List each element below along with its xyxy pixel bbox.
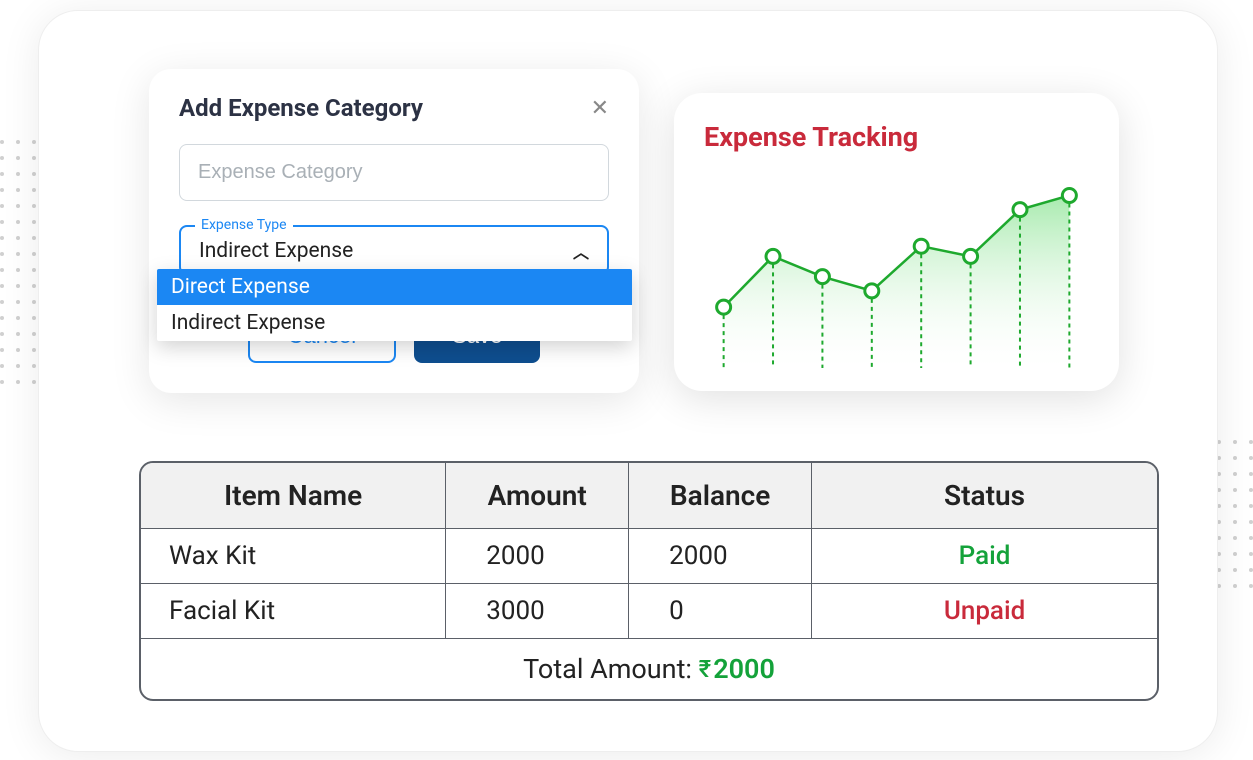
status-badge: Paid: [959, 541, 1011, 571]
expense-table-card: Item Name Amount Balance Status Wax Kit …: [139, 461, 1159, 701]
add-expense-modal: Add Expense Category ✕ Expense Type Indi…: [149, 69, 639, 393]
table-header-row: Item Name Amount Balance Status: [141, 463, 1157, 529]
close-icon[interactable]: ✕: [591, 96, 609, 121]
total-label: Total Amount:: [523, 653, 692, 685]
table-row: Facial Kit 3000 0 Unpaid: [141, 584, 1157, 639]
option-direct-expense[interactable]: Direct Expense: [157, 269, 632, 305]
chart-title: Expense Tracking: [704, 121, 1099, 153]
cell-balance: 0: [629, 584, 812, 639]
chart-svg: [694, 159, 1099, 374]
col-balance: Balance: [629, 463, 812, 529]
status-badge: Unpaid: [944, 596, 1025, 626]
col-status: Status: [812, 463, 1157, 529]
main-card: Add Expense Category ✕ Expense Type Indi…: [38, 10, 1218, 752]
option-indirect-expense[interactable]: Indirect Expense: [157, 305, 632, 341]
chart-area: [694, 159, 1099, 374]
expense-type-dropdown: Direct Expense Indirect Expense: [157, 269, 632, 341]
col-item-name: Item Name: [141, 463, 446, 529]
modal-title: Add Expense Category: [179, 94, 423, 122]
select-label: Expense Type: [195, 217, 293, 233]
table-total-row: Total Amount: ₹2000: [141, 639, 1157, 700]
select-value-text: Indirect Expense: [199, 239, 353, 263]
rupee-icon: ₹: [699, 655, 712, 683]
modal-header: Add Expense Category ✕: [179, 94, 609, 122]
cell-status: Paid: [812, 529, 1157, 584]
cell-status: Unpaid: [812, 584, 1157, 639]
total-amount: 2000: [713, 653, 775, 685]
cell-amount: 2000: [446, 529, 629, 584]
expense-type-select[interactable]: Expense Type Indirect Expense ︿: [179, 225, 609, 275]
cell-item-name: Wax Kit: [141, 529, 446, 584]
table-row: Wax Kit 2000 2000 Paid: [141, 529, 1157, 584]
expense-table: Item Name Amount Balance Status Wax Kit …: [141, 463, 1157, 699]
expense-category-input[interactable]: [179, 144, 609, 201]
chevron-up-icon: ︿: [573, 239, 589, 263]
cell-amount: 3000: [446, 584, 629, 639]
expense-tracking-chart-card: Expense Tracking: [674, 93, 1119, 391]
col-amount: Amount: [446, 463, 629, 529]
cell-item-name: Facial Kit: [141, 584, 446, 639]
select-value: Indirect Expense ︿: [199, 239, 589, 263]
cell-balance: 2000: [629, 529, 812, 584]
